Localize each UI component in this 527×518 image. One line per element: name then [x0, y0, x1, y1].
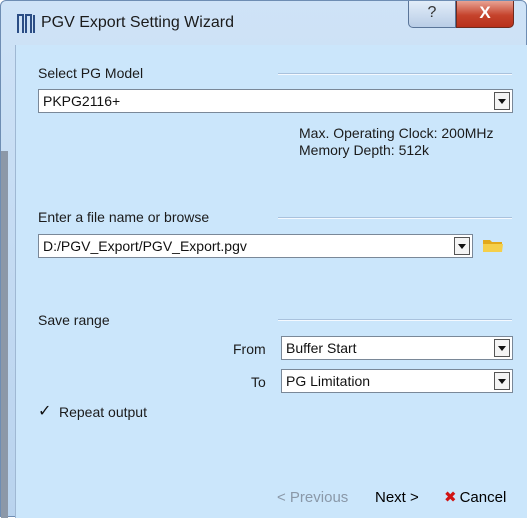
to-select-value: PG Limitation [286, 373, 371, 389]
cancel-button-label: Cancel [459, 489, 507, 506]
previous-button[interactable]: < Previous [277, 485, 348, 511]
close-icon: X [479, 3, 491, 22]
memory-depth-info: Memory Depth: 512k [299, 142, 429, 158]
chevron-down-icon[interactable] [494, 92, 510, 110]
title-bar[interactable]: PGV Export Setting Wizard ? X [1, 1, 526, 45]
save-range-divider [278, 319, 512, 321]
repeat-output-label[interactable]: Repeat output [59, 404, 147, 420]
pg-model-select-value: PKPG2116+ [43, 93, 121, 109]
left-frame-edge [1, 151, 8, 518]
pg-model-section-label: Select PG Model [38, 65, 144, 81]
close-button[interactable]: X [456, 1, 514, 28]
wizard-window: PGV Export Setting Wizard ? X Select PG … [0, 0, 527, 518]
window-title: PGV Export Setting Wizard [41, 14, 234, 31]
folder-browse-icon[interactable] [481, 235, 505, 255]
cancel-x-icon: ✖ [444, 489, 457, 506]
save-range-section-label: Save range [38, 312, 110, 328]
from-select-value: Buffer Start [286, 340, 357, 356]
file-divider [278, 217, 512, 219]
help-icon: ? [427, 4, 437, 21]
file-path-combo[interactable]: D:/PGV_Export/PGV_Export.pgv [38, 234, 473, 258]
file-section-label: Enter a file name or browse [38, 209, 210, 225]
to-label: To [251, 374, 266, 390]
from-select[interactable]: Buffer Start [281, 336, 513, 360]
from-label: From [233, 341, 266, 357]
repeat-output-checkbox[interactable]: ✓ [38, 404, 54, 420]
wizard-panel [15, 45, 527, 518]
help-button[interactable]: ? [408, 1, 456, 28]
to-select[interactable]: PG Limitation [281, 369, 513, 393]
chevron-down-icon[interactable] [494, 339, 510, 357]
max-clock-info: Max. Operating Clock: 200MHz [299, 125, 494, 141]
pg-model-divider [278, 73, 512, 75]
pg-model-select[interactable]: PKPG2116+ [38, 89, 513, 113]
waveform-icon [17, 14, 35, 33]
chevron-down-icon[interactable] [494, 372, 510, 390]
next-button[interactable]: Next > [375, 485, 419, 511]
file-path-value: D:/PGV_Export/PGV_Export.pgv [43, 238, 247, 254]
chevron-down-icon[interactable] [454, 237, 470, 255]
cancel-button[interactable]: ✖ Cancel [444, 485, 506, 511]
